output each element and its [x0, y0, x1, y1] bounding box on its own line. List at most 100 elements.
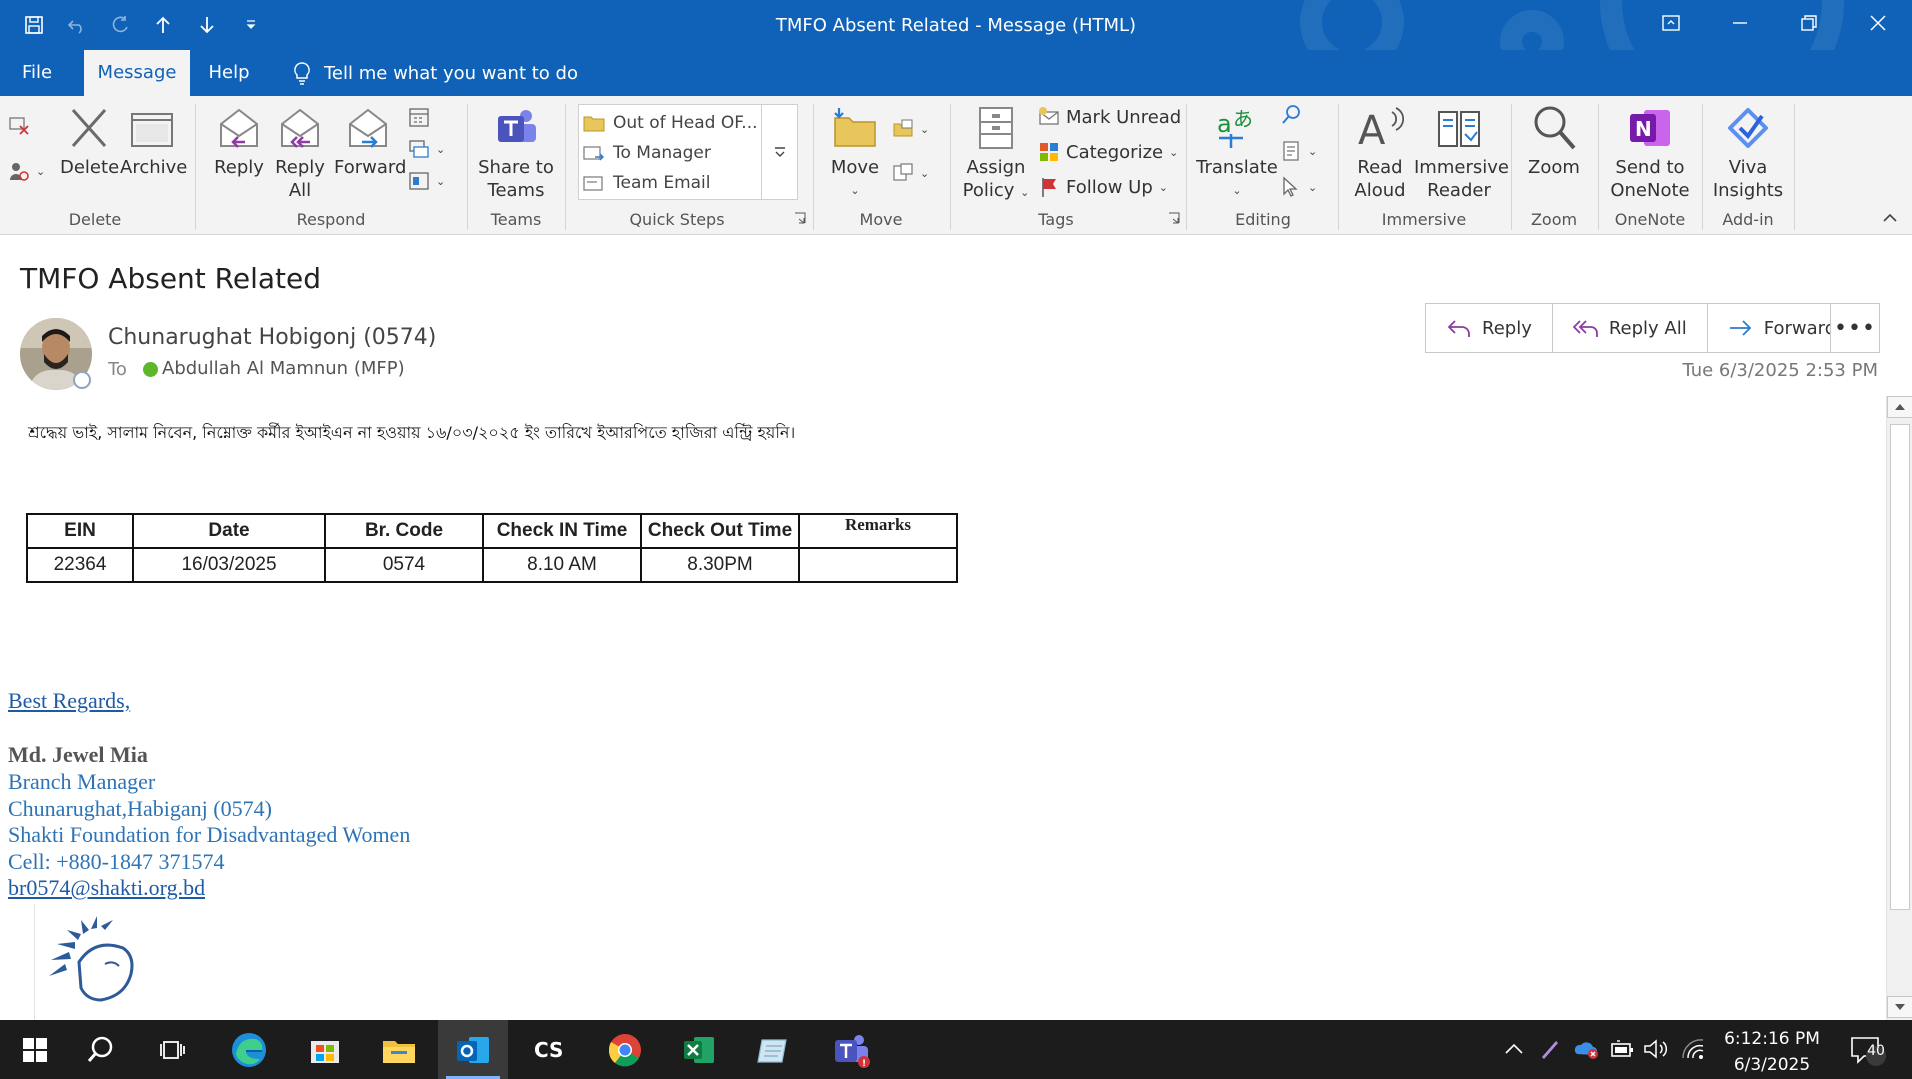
svg-text:あ: あ: [1233, 107, 1253, 131]
share-to-teams-button[interactable]: Share to Teams: [476, 104, 556, 202]
chevron-up-icon: [1883, 213, 1897, 222]
chrome-icon[interactable]: [590, 1020, 660, 1079]
outlook-icon[interactable]: [438, 1020, 508, 1079]
more-respond-button[interactable]: ⌄: [408, 170, 445, 192]
window-title: TMFO Absent Related - Message (HTML): [775, 15, 1137, 36]
onenote-label-1: Send to: [1615, 157, 1685, 178]
restore-icon[interactable]: [1774, 0, 1844, 46]
start-icon[interactable]: [0, 1020, 70, 1079]
teams-icon[interactable]: !: [816, 1020, 886, 1079]
quick-step-label: Team Email: [613, 173, 711, 193]
move-button[interactable]: Move ⌄: [822, 104, 888, 202]
tags-dialog-launcher[interactable]: [1168, 212, 1180, 224]
reply-button[interactable]: Reply: [210, 104, 268, 179]
table-cell: 8.30PM: [640, 547, 800, 583]
zoom-button[interactable]: Zoom: [1518, 104, 1590, 179]
chevron-down-icon: ⌄: [1232, 184, 1242, 197]
move-actions-button[interactable]: ⌄: [892, 162, 929, 184]
file-explorer-icon[interactable]: [364, 1020, 434, 1079]
table-cell: [798, 547, 958, 583]
recipient-name[interactable]: Abdullah Al Mamnun (MFP): [162, 358, 405, 379]
delete-icon: [71, 109, 107, 147]
system-clock[interactable]: 6:12:16 PM 6/3/2025: [1712, 1026, 1832, 1078]
tell-me-search[interactable]: Tell me what you want to do: [292, 50, 578, 96]
scroll-down-button[interactable]: [1887, 996, 1912, 1018]
ignore-button[interactable]: [8, 114, 30, 136]
tab-message[interactable]: Message: [84, 50, 190, 96]
im-button[interactable]: ⌄: [408, 138, 445, 160]
close-icon[interactable]: [1843, 0, 1912, 46]
quick-steps-dialog-launcher[interactable]: [794, 212, 806, 224]
signature-organization: Shakti Foundation for Disadvantaged Wome…: [8, 822, 411, 847]
table-cell: 22364: [26, 547, 134, 583]
quick-step-item[interactable]: Out of Head OF...: [583, 109, 758, 137]
quick-steps-gallery: Out of Head OF... To Manager Team Email: [578, 104, 798, 200]
tab-file[interactable]: File: [0, 50, 74, 96]
onedrive-error-icon[interactable]: [1572, 1035, 1600, 1063]
rules-button[interactable]: ⌄: [892, 118, 929, 140]
read-aloud-label-2: Aloud: [1354, 180, 1406, 201]
follow-up-button[interactable]: Follow Up ⌄: [1038, 176, 1168, 198]
table-cell: 0574: [324, 547, 484, 583]
quick-step-item[interactable]: To Manager: [583, 139, 711, 167]
cleanup-button[interactable]: ⌄: [8, 160, 45, 182]
sender-name[interactable]: Chunarughat Hobigonj (0574): [108, 325, 436, 350]
task-view-icon[interactable]: [138, 1020, 208, 1079]
tab-help[interactable]: Help: [200, 50, 258, 96]
organization-logo: [34, 904, 157, 1020]
message-action-bar: Reply Reply All Forward: [1425, 303, 1858, 353]
excel-icon[interactable]: [664, 1020, 734, 1079]
notification-center-button[interactable]: 40: [1848, 1034, 1888, 1066]
find-button[interactable]: [1280, 104, 1302, 126]
pen-icon[interactable]: [1536, 1035, 1564, 1063]
viva-insights-button[interactable]: Viva Insights: [1708, 104, 1788, 202]
translate-button[interactable]: aあ Translate ⌄: [1194, 104, 1280, 202]
scrollbar-thumb[interactable]: [1890, 424, 1910, 910]
reply-all-action-button[interactable]: Reply All: [1553, 304, 1708, 352]
volume-icon[interactable]: [1642, 1035, 1670, 1063]
reply-all-button[interactable]: Reply All: [270, 104, 330, 202]
mark-unread-button[interactable]: Mark Unread: [1038, 106, 1181, 128]
related-button[interactable]: ⌄: [1280, 140, 1317, 162]
delete-button[interactable]: Delete: [60, 104, 119, 179]
more-actions-button[interactable]: •••: [1830, 303, 1880, 353]
search-icon[interactable]: [66, 1020, 136, 1079]
ribbon-display-options-icon[interactable]: [1636, 0, 1706, 46]
quick-step-item[interactable]: Team Email: [583, 169, 711, 197]
signature-name: Md. Jewel Mia: [8, 742, 148, 767]
flag-icon: [1042, 178, 1056, 197]
message-datetime: Tue 6/3/2025 2:53 PM: [1682, 360, 1878, 381]
categorize-icon: [1040, 143, 1058, 161]
notepad-icon[interactable]: [738, 1020, 808, 1079]
battery-icon[interactable]: [1608, 1035, 1636, 1063]
archive-button[interactable]: Archive: [120, 104, 187, 179]
store-icon[interactable]: [290, 1020, 360, 1079]
assign-policy-button[interactable]: Assign Policy ⌄: [958, 104, 1034, 204]
quick-steps-more-button[interactable]: [761, 105, 797, 199]
categorize-button[interactable]: Categorize ⌄: [1038, 141, 1178, 163]
reply-action-button[interactable]: Reply: [1426, 304, 1553, 352]
show-hidden-icons-icon[interactable]: [1500, 1035, 1528, 1063]
policy-icon: [979, 107, 1013, 149]
read-aloud-button[interactable]: A Read Aloud: [1346, 104, 1414, 202]
translate-icon: aあ: [1217, 107, 1253, 148]
signature-email-link[interactable]: br0574@shakti.org.bd: [8, 875, 205, 901]
scroll-up-button[interactable]: [1887, 396, 1912, 418]
wifi-icon[interactable]: [1678, 1035, 1706, 1063]
edge-icon[interactable]: [214, 1020, 284, 1079]
onenote-label-2: OneNote: [1610, 180, 1690, 201]
meeting-button[interactable]: [408, 106, 430, 128]
select-button[interactable]: ⌄: [1280, 176, 1317, 198]
vertical-scrollbar[interactable]: [1886, 396, 1912, 1020]
forward-button[interactable]: Forward: [334, 104, 406, 179]
move-folder-icon: [834, 108, 876, 147]
send-to-onenote-button[interactable]: N Send to OneNote: [1604, 104, 1696, 202]
to-label: To: [108, 359, 127, 380]
minimize-icon[interactable]: [1705, 0, 1775, 46]
collapse-ribbon-button[interactable]: [1882, 212, 1898, 224]
group-label-onenote: OneNote: [1614, 210, 1686, 229]
immersive-reader-button[interactable]: Immersive Reader: [1414, 104, 1509, 202]
zoom-label: Zoom: [1528, 157, 1580, 178]
cs-app-icon[interactable]: CS: [514, 1020, 584, 1079]
notification-count: 40: [1867, 1043, 1885, 1059]
